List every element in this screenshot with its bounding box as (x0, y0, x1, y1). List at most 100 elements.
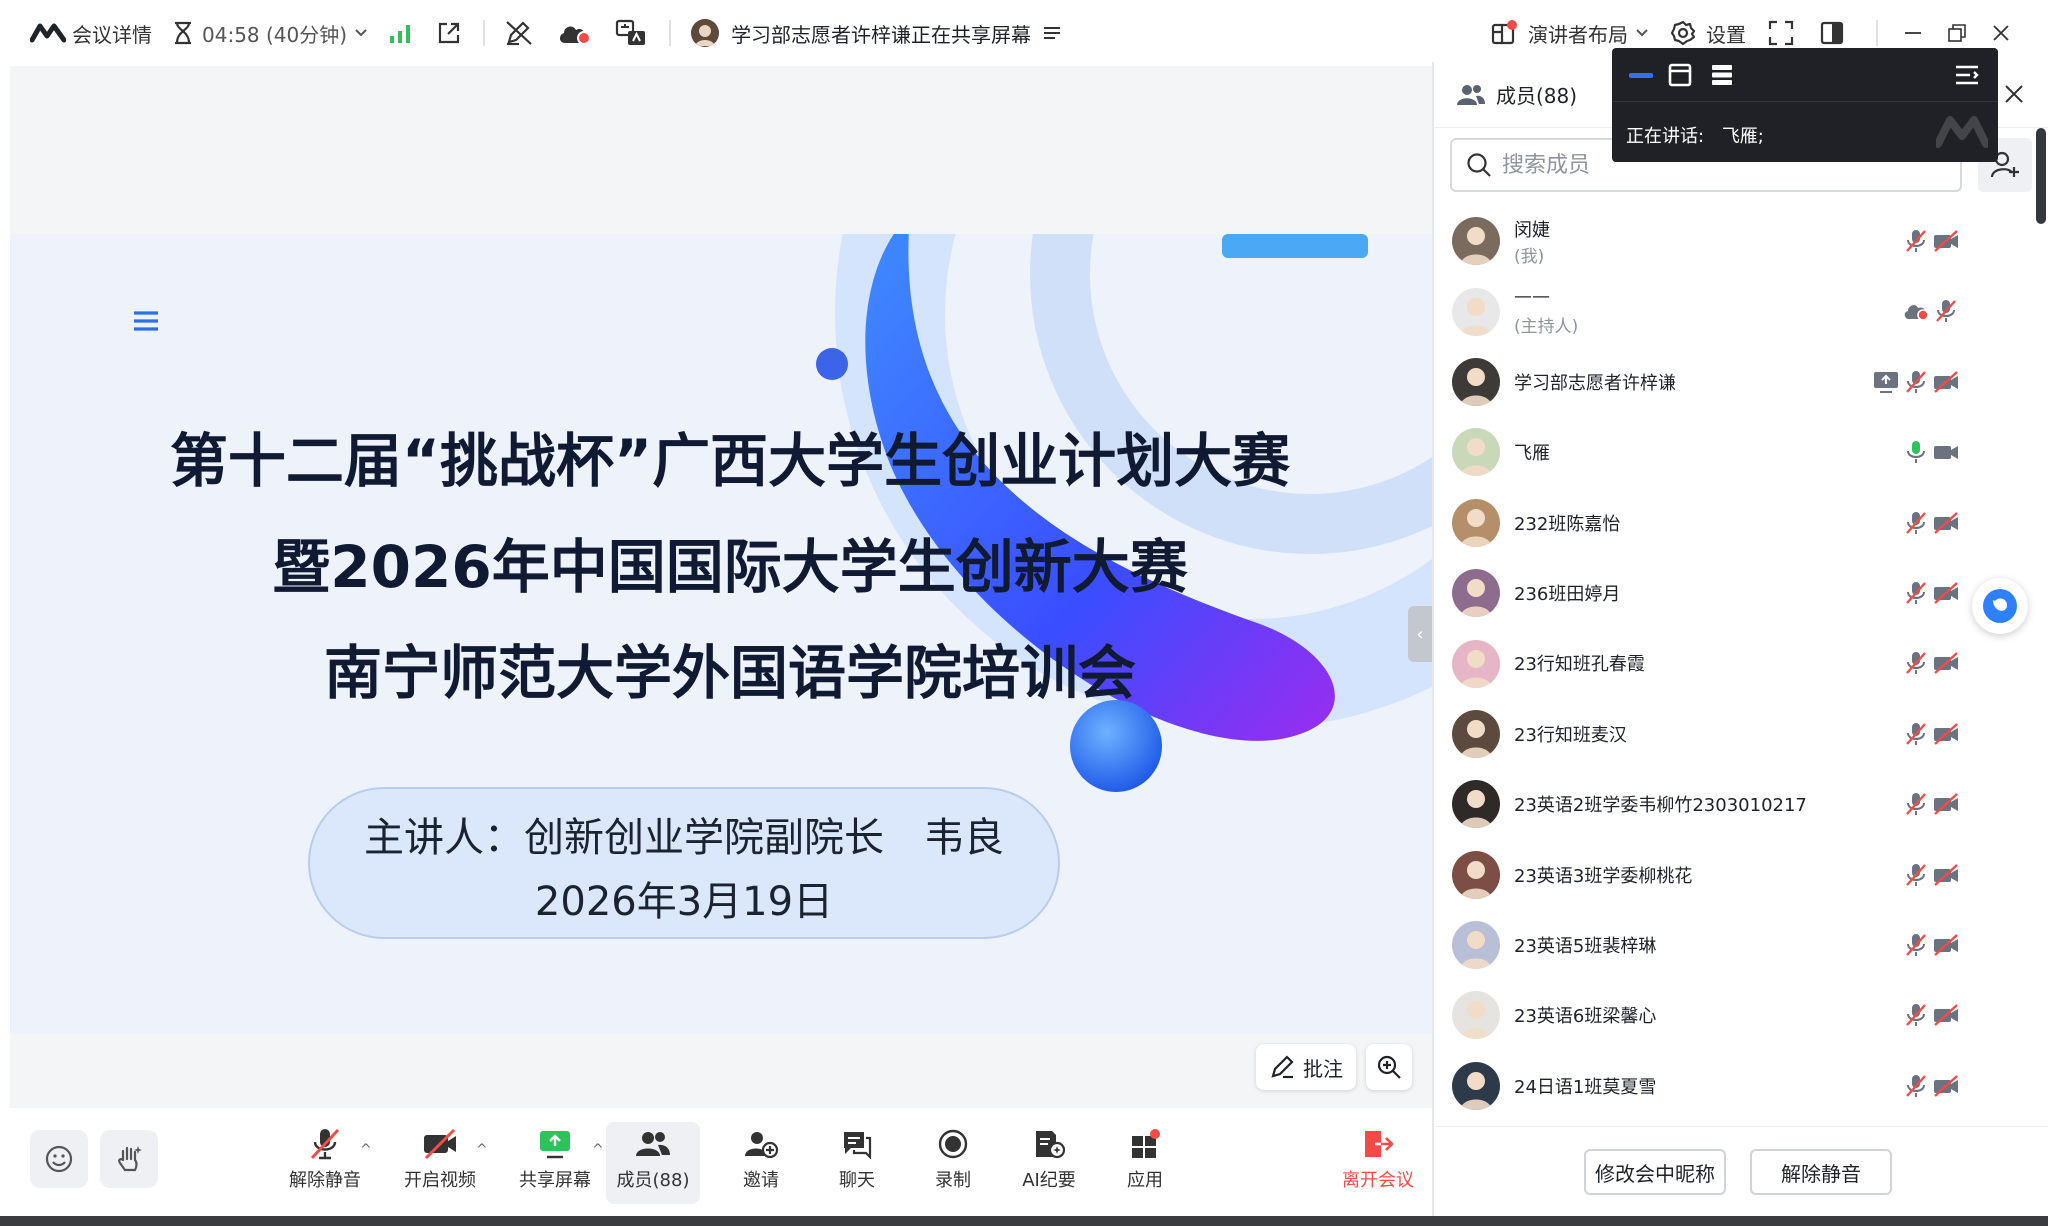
member-row[interactable]: 236班田婷月 (1434, 558, 2048, 628)
apps-grid-icon (1129, 1122, 1161, 1166)
share-screen-button[interactable]: 共享屏幕 (510, 1122, 600, 1204)
floating-assistant-button[interactable] (1972, 578, 2028, 634)
video-options-caret[interactable]: ^ (476, 1142, 488, 1158)
meeting-timer[interactable]: 04:58 (40分钟) (172, 0, 367, 66)
collapse-menu-icon[interactable] (1954, 64, 1980, 86)
reaction-button[interactable] (30, 1130, 88, 1188)
list-menu-icon[interactable] (1043, 25, 1061, 41)
record-icon (937, 1122, 969, 1166)
unmute-self-button[interactable]: 解除静音 (1750, 1149, 1892, 1195)
member-role: (我) (1514, 247, 1545, 267)
mic-off-icon[interactable] (1902, 931, 1930, 959)
divider (1876, 20, 1878, 46)
start-video-label: 开启视频 (404, 1170, 476, 1191)
cloud-recording-button[interactable] (557, 0, 592, 66)
video-off-icon[interactable] (1932, 368, 1960, 396)
audio-options-caret[interactable]: ^ (360, 1142, 372, 1158)
pop-out-button[interactable] (437, 0, 461, 66)
video-off-icon[interactable] (1932, 579, 1960, 607)
video-off-icon[interactable] (1932, 649, 1960, 677)
mic-off-icon[interactable] (1902, 509, 1930, 537)
invite-button[interactable]: 邀请 (716, 1122, 806, 1204)
tencent-meeting-logo-icon (30, 22, 66, 44)
members-icon (1456, 83, 1486, 107)
video-off-icon[interactable] (1932, 227, 1960, 255)
start-video-button[interactable]: 开启视频 (395, 1122, 485, 1204)
layout-label: 演讲者布局 (1528, 22, 1628, 47)
chat-button[interactable]: 聊天 (812, 1122, 902, 1204)
member-name: 23行知班孔春霞 (1514, 654, 1645, 676)
member-row[interactable]: 23英语3班学委柳桃花 (1434, 840, 2048, 910)
collapse-panel-tab[interactable]: ‹ (1408, 606, 1432, 662)
taskbar-strip (0, 1216, 2048, 1226)
chat-icon (840, 1122, 874, 1166)
member-row[interactable]: 23行知班孔春霞 (1434, 628, 2048, 698)
ai-minutes-button[interactable]: AI纪要 (1004, 1122, 1094, 1204)
member-row[interactable]: 23英语6班梁馨心 (1434, 980, 2048, 1050)
smiley-icon (44, 1144, 74, 1174)
member-row[interactable]: 23英语5班裴梓琳 (1434, 910, 2048, 980)
mic-off-icon[interactable] (1902, 368, 1930, 396)
cloud-record-icon[interactable] (1902, 297, 1930, 325)
video-on-icon[interactable] (1932, 438, 1960, 466)
record-button[interactable]: 录制 (908, 1122, 998, 1204)
member-row[interactable]: 23行知班麦汉 (1434, 699, 2048, 769)
raise-hand-button[interactable] (100, 1130, 158, 1188)
member-row[interactable]: 闵婕 (我) (1434, 206, 2048, 276)
member-row[interactable]: —— (主持人) (1434, 276, 2048, 346)
restore-icon (1948, 24, 1966, 42)
mic-off-icon[interactable] (1902, 790, 1930, 818)
member-row[interactable]: 24日语1班莫夏雪 (1434, 1051, 2048, 1121)
annotation-off-button[interactable] (505, 0, 533, 66)
apps-button[interactable]: 应用 (1100, 1122, 1190, 1204)
video-off-icon[interactable] (1932, 1001, 1960, 1029)
caption-translation-button[interactable] (615, 0, 647, 66)
speaking-label: 正在讲话: (1626, 126, 1705, 147)
zoom-button[interactable] (1366, 1044, 1412, 1090)
slide-menu-icon[interactable] (132, 310, 160, 336)
member-name: 23英语6班梁馨心 (1514, 1006, 1657, 1028)
member-row[interactable]: 23英语2班学委韦柳竹2303010217 (1434, 769, 2048, 839)
leave-meeting-button[interactable]: 离开会议 (1328, 1122, 1428, 1204)
members-button[interactable]: 成员(88) (606, 1122, 700, 1204)
minimize-view-icon[interactable] (1628, 70, 1654, 80)
member-row[interactable]: 飞雁 (1434, 417, 2048, 487)
ai-minutes-label: AI纪要 (1022, 1170, 1076, 1191)
screen-share-icon[interactable] (1872, 368, 1900, 396)
volume-scroll-indicator[interactable] (2036, 128, 2046, 224)
mic-off-icon[interactable] (1902, 649, 1930, 677)
rename-button[interactable]: 修改会中昵称 (1584, 1149, 1726, 1195)
mic-off-icon[interactable] (1902, 579, 1930, 607)
video-off-icon[interactable] (1932, 509, 1960, 537)
share-options-caret[interactable]: ^ (592, 1142, 604, 1158)
member-avatar (1452, 569, 1500, 618)
speaking-indicator: 正在讲话: 飞雁; (1626, 122, 1764, 148)
speaker-floating-window[interactable]: 正在讲话: 飞雁; (1612, 48, 1998, 162)
meeting-details-button[interactable]: 会议详情 (30, 0, 152, 66)
mic-off-icon[interactable] (1902, 720, 1930, 748)
cloud-record-icon (557, 21, 592, 45)
mic-off-icon[interactable] (1932, 297, 1960, 325)
video-off-icon[interactable] (1932, 720, 1960, 748)
single-view-icon[interactable] (1668, 63, 1692, 87)
unmute-button[interactable]: 解除静音 (280, 1122, 370, 1204)
translate-icon (615, 19, 647, 47)
member-row[interactable]: 232班陈嘉怡 (1434, 488, 2048, 558)
mic-off-icon[interactable] (1902, 1001, 1930, 1029)
chevron-down-icon (1636, 29, 1648, 37)
network-signal-button[interactable] (389, 0, 411, 66)
speaking-name: 飞雁; (1721, 126, 1764, 147)
mic-on-icon[interactable] (1902, 438, 1930, 466)
mic-off-icon[interactable] (1902, 861, 1930, 889)
close-panel-icon[interactable] (2004, 84, 2024, 104)
video-off-icon[interactable] (1932, 931, 1960, 959)
mic-off-icon[interactable] (1902, 1072, 1930, 1100)
mic-off-icon[interactable] (1902, 227, 1930, 255)
video-off-icon[interactable] (1932, 790, 1960, 818)
annotate-button[interactable]: 批注 (1256, 1044, 1356, 1090)
video-off-icon[interactable] (1932, 861, 1960, 889)
sharing-status[interactable]: 学习部志愿者许梓谦正在共享屏幕 (691, 0, 1061, 66)
list-view-icon[interactable] (1710, 63, 1734, 87)
video-off-icon[interactable] (1932, 1072, 1960, 1100)
member-row[interactable]: 学习部志愿者许梓谦 (1434, 347, 2048, 417)
